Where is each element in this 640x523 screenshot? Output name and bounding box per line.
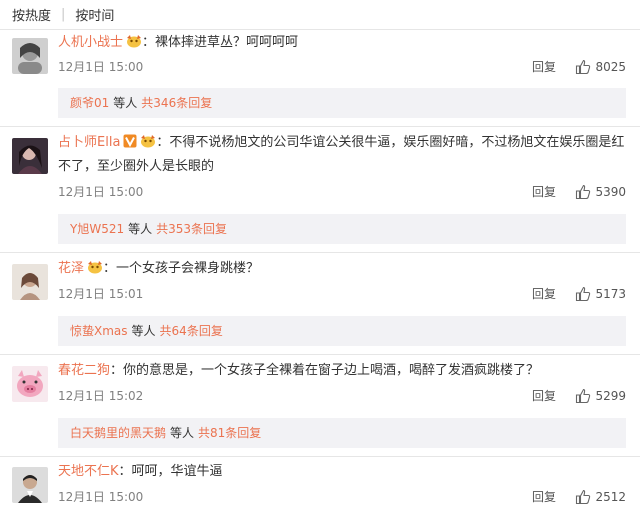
like-button[interactable]: 2512 — [575, 487, 626, 507]
colon: ： — [110, 363, 124, 378]
comment-time: 12月1日 15:00 — [58, 185, 144, 199]
thumbs-up-icon — [576, 184, 591, 200]
thumbs-up-icon — [576, 59, 591, 75]
thumbs-up-icon — [576, 489, 591, 505]
verified-v-icon — [123, 134, 137, 156]
sort-by-hot-tab[interactable]: 按热度 — [12, 5, 51, 24]
username-link[interactable]: 天地不仁K — [58, 464, 119, 479]
comment-time: 12月1日 15:00 — [58, 60, 144, 74]
comment-time: 12月1日 15:00 — [58, 490, 144, 504]
comment-meta: 12月1日 15:01 回复 5173 — [58, 284, 626, 304]
avatar[interactable] — [12, 366, 48, 402]
sub-reply-user[interactable]: 白天鹅里的黑天鹅 — [70, 426, 166, 440]
sub-reply-user[interactable]: Y旭W521 — [70, 222, 124, 236]
divider — [0, 252, 640, 253]
sub-replies-box[interactable]: 惊蛰Xmas 等人 共64条回复 — [58, 316, 626, 346]
comment-text: 一个女孩子会裸身跳楼？ — [116, 261, 260, 276]
comment-time: 12月1日 15:02 — [58, 389, 144, 403]
username-link[interactable]: 春花二狗 — [58, 363, 110, 378]
comment-meta: 12月1日 15:00 回复 5390 — [58, 182, 626, 202]
thumbs-up-icon — [576, 286, 591, 302]
colon: ： — [142, 35, 156, 50]
sub-reply-count[interactable]: 共346条回复 — [141, 96, 212, 110]
like-button[interactable]: 5390 — [575, 182, 626, 202]
sub-reply-etc: 等人 — [128, 222, 153, 236]
sort-by-time-tab[interactable]: 按时间 — [75, 5, 114, 24]
vip-badge-icon — [140, 134, 156, 156]
comment-time: 12月1日 15:01 — [58, 287, 144, 301]
comment-text: 裸体摔进草丛？呵呵呵呵 — [155, 35, 299, 50]
sort-bar: 按热度 | 按时间 — [0, 0, 640, 30]
comment-line: 春花二狗：你的意思是，一个女孩子全裸着在窗子边上喝酒，喝醉了发酒疯跳楼了？ — [58, 360, 626, 382]
sub-reply-etc: 等人 — [113, 96, 138, 110]
comment-line: 花泽 ：一个女孩子会裸身跳楼？ — [58, 258, 626, 282]
comment-line: 天地不仁K：呵呵，华谊牛逼 — [58, 461, 626, 483]
like-count: 5173 — [595, 287, 626, 301]
comment-line: 占卜师Ella ：不得不说杨旭文的公司华谊公关很牛逼，娱乐圈好暗，不过杨旭文在娱乐… — [58, 132, 626, 178]
comment-text: 呵呵，华谊牛逼 — [131, 464, 223, 479]
sub-reply-user[interactable]: 惊蛰Xmas — [70, 324, 128, 338]
username-link[interactable]: 占卜师Ella — [58, 135, 120, 150]
like-count: 5390 — [595, 185, 626, 199]
sub-reply-etc: 等人 — [131, 324, 156, 338]
username-link[interactable]: 人机小战士 — [58, 35, 123, 50]
like-button[interactable]: 8025 — [575, 57, 626, 77]
like-count: 8025 — [595, 60, 626, 74]
sort-divider: | — [61, 7, 66, 22]
like-button[interactable]: 5173 — [575, 284, 626, 304]
colon: ： — [103, 261, 117, 276]
avatar[interactable] — [12, 138, 48, 174]
like-button[interactable]: 5299 — [575, 386, 626, 406]
colon: ： — [156, 135, 170, 150]
vip-badge-icon — [87, 260, 103, 282]
sub-reply-etc: 等人 — [170, 426, 195, 440]
reply-button[interactable]: 回复 — [532, 57, 556, 77]
sub-replies-box[interactable]: 白天鹅里的黑天鹅 等人 共81条回复 — [58, 418, 626, 448]
colon: ： — [118, 464, 132, 479]
vip-badge-icon — [126, 34, 142, 56]
avatar[interactable] — [12, 467, 48, 503]
avatar[interactable] — [12, 264, 48, 300]
comment-meta: 12月1日 15:00 回复 8025 — [58, 57, 626, 77]
username-link[interactable]: 花泽 — [58, 261, 84, 276]
avatar[interactable] — [12, 38, 48, 74]
reply-button[interactable]: 回复 — [532, 386, 556, 406]
reply-button[interactable]: 回复 — [532, 487, 556, 507]
reply-button[interactable]: 回复 — [532, 182, 556, 202]
divider — [0, 126, 640, 127]
like-count: 2512 — [595, 490, 626, 504]
sub-reply-count[interactable]: 共81条回复 — [198, 426, 261, 440]
reply-button[interactable]: 回复 — [532, 284, 556, 304]
comment-meta: 12月1日 15:00 回复 2512 — [58, 487, 626, 507]
comment-meta: 12月1日 15:02 回复 5299 — [58, 386, 626, 406]
sub-reply-count[interactable]: 共64条回复 — [160, 324, 223, 338]
sub-replies-box[interactable]: 颜爷01 等人 共346条回复 — [58, 88, 626, 118]
divider — [0, 456, 640, 457]
thumbs-up-icon — [576, 388, 591, 404]
like-count: 5299 — [595, 389, 626, 403]
comment-line: 人机小战士 ：裸体摔进草丛？呵呵呵呵 — [58, 32, 626, 56]
comment-text: 你的意思是，一个女孩子全裸着在窗子边上喝酒，喝醉了发酒疯跳楼了？ — [123, 363, 540, 378]
divider — [0, 354, 640, 355]
sub-replies-box[interactable]: Y旭W521 等人 共353条回复 — [58, 214, 626, 244]
sub-reply-count[interactable]: 共353条回复 — [156, 222, 227, 236]
sub-reply-user[interactable]: 颜爷01 — [70, 96, 109, 110]
